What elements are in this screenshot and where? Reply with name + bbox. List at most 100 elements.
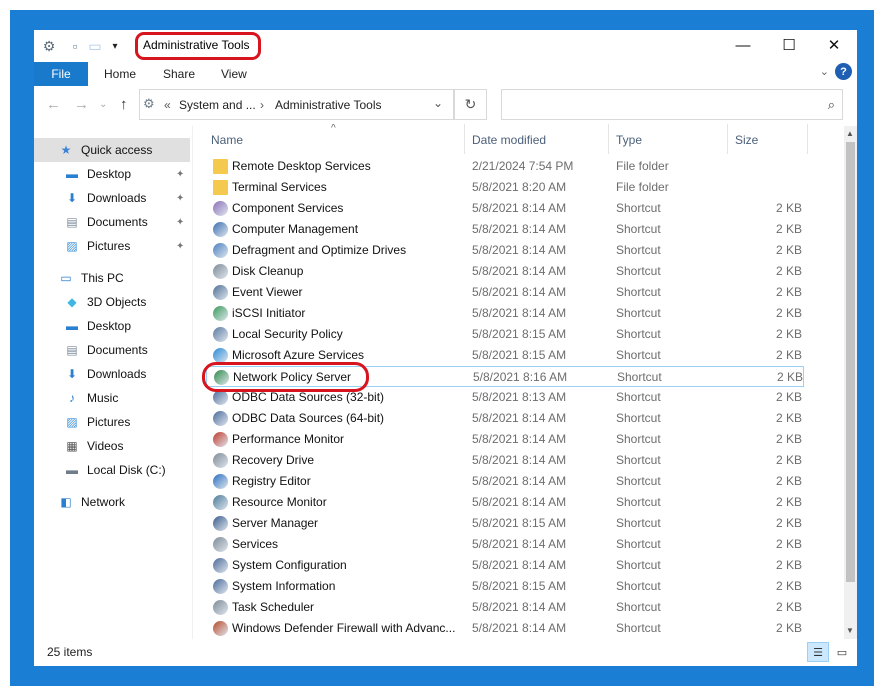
up-arrow-icon[interactable]: ↑ [120,96,128,113]
file-row[interactable]: Computer Management 5/8/2021 8:14 AM Short… [206,219,804,240]
large-icons-view-icon[interactable]: ▭ [831,642,853,662]
breadcrumb-overflow-icon[interactable]: « [164,98,171,112]
breadcrumb-separator-icon[interactable]: › [260,98,264,112]
sidebar-item[interactable]: ▦ Videos [34,434,190,458]
properties-icon[interactable]: ▫ [66,37,84,55]
file-size: 2 KB [775,516,802,530]
file-row[interactable]: Resource Monitor 5/8/2021 8:14 AM Shortcut… [206,492,804,513]
file-date-modified: 5/8/2021 8:14 AM [472,600,567,614]
column-separator[interactable] [727,124,728,154]
column-separator[interactable] [464,124,465,154]
pane-divider[interactable] [192,126,193,639]
customize-toolbar-chevron-icon[interactable]: ▾ [106,37,124,55]
file-row[interactable]: ODBC Data Sources (64-bit) 5/8/2021 8:14 … [206,408,804,429]
search-input[interactable]: ⌕ [501,89,843,120]
sidebar-item[interactable]: ⬇ Downloads ✦ [34,186,190,210]
file-date-modified: 5/8/2021 8:14 AM [472,222,567,236]
address-bar-row: ← → ⌄ ↑ ⚙ « System and ... › Administrat… [34,86,857,124]
back-arrow-icon[interactable]: ← [46,96,61,113]
scroll-up-arrow-icon[interactable]: ▲ [846,129,854,138]
file-row[interactable]: Services 5/8/2021 8:14 AM Shortcut 2 KB [206,534,804,555]
sidebar-item[interactable]: ▬ Desktop ✦ [34,162,190,186]
file-row[interactable]: System Configuration 5/8/2021 8:14 AM Shor… [206,555,804,576]
pin-icon[interactable]: ✦ [176,193,184,204]
sidebar-item[interactable]: ▭ This PC [34,266,190,290]
sidebar-item[interactable]: ▨ Pictures ✦ [34,234,190,258]
details-view-icon[interactable]: ☰ [807,642,829,662]
sidebar-item[interactable]: ▤ Documents [34,338,190,362]
scroll-down-arrow-icon[interactable]: ▼ [846,626,854,635]
cube-icon: ◆ [67,295,77,309]
sidebar-item-label: Downloads [87,191,147,205]
close-button[interactable]: ✕ [811,30,857,60]
address-box[interactable]: ⚙ « System and ... › Administrative Tool… [139,89,454,120]
pin-icon[interactable]: ✦ [176,241,184,252]
document-icon: ▤ [66,215,78,229]
folder-icon [213,180,228,195]
file-row[interactable]: Performance Monitor 5/8/2021 8:14 AM Short… [206,429,804,450]
file-row[interactable]: Local Security Policy 5/8/2021 8:15 AM Sho… [206,324,804,345]
file-name: iSCSI Initiator [232,306,306,320]
file-row[interactable]: Terminal Services 5/8/2021 8:20 AM File fo… [206,177,804,198]
sidebar-item[interactable]: ◧ Network [34,490,190,514]
file-date-modified: 5/8/2021 8:15 AM [472,327,567,341]
maximize-button[interactable]: ☐ [766,30,812,60]
scroll-thumb[interactable] [846,142,855,582]
column-header-size[interactable]: Size [735,124,758,154]
tab-view[interactable]: View [221,67,247,81]
file-name: Performance Monitor [232,432,345,446]
column-header-date-modified[interactable]: Date modified [472,124,546,154]
column-header-name[interactable]: Name [211,124,243,154]
pin-icon[interactable]: ✦ [176,217,184,228]
pin-icon[interactable]: ✦ [176,169,184,180]
file-row[interactable]: Windows Defender Firewall with Advanc...… [206,618,804,639]
sidebar-item-label: Videos [87,439,124,453]
expand-ribbon-chevron-icon[interactable]: ⌄ [820,65,829,78]
column-separator[interactable] [807,124,808,154]
search-icon[interactable]: ⌕ [828,97,835,113]
sidebar-item[interactable]: ◆ 3D Objects [34,290,190,314]
file-row[interactable]: System Information 5/8/2021 8:15 AM Shortc… [206,576,804,597]
file-date-modified: 5/8/2021 8:16 AM [473,370,568,384]
minimize-button[interactable]: — [720,30,766,60]
desktop-icon: ▬ [66,167,78,181]
file-row[interactable]: Server Manager 5/8/2021 8:15 AM Shortcut 2 … [206,513,804,534]
admin-tools-breadcrumb-icon: ⚙ [143,96,155,111]
column-separator[interactable] [608,124,609,154]
forward-arrow-icon[interactable]: → [74,96,89,113]
sidebar-item[interactable]: ▬ Local Disk (C:) [34,458,190,482]
sidebar-item[interactable]: ▬ Desktop [34,314,190,338]
file-row[interactable]: Task Scheduler 5/8/2021 8:14 AM Shortcut 2 … [206,597,804,618]
recent-locations-chevron-icon[interactable]: ⌄ [99,99,107,110]
address-dropdown-chevron-icon[interactable]: ⌄ [433,96,443,110]
vertical-scrollbar[interactable]: ▲ ▼ [844,126,857,639]
breadcrumb-system-and-security[interactable]: System and ... [179,98,256,112]
explorer-window: ⚙ ▫ ▭ ▾ Administrative Tools — ☐ ✕ File … [34,30,857,666]
file-row[interactable]: Event Viewer 5/8/2021 8:14 AM Shortcut 2 KB [206,282,804,303]
file-name: Event Viewer [232,285,303,299]
tab-file[interactable]: File [34,62,88,86]
help-button[interactable]: ? [835,63,852,80]
tab-share[interactable]: Share [163,67,195,81]
file-row[interactable]: Remote Desktop Services 2/21/2024 7:54 PM… [206,156,804,177]
tab-home[interactable]: Home [104,67,136,81]
refresh-button[interactable]: ↻ [454,89,487,120]
sidebar-item[interactable]: ▤ Documents ✦ [34,210,190,234]
file-row[interactable]: Registry Editor 5/8/2021 8:14 AM Shortcut 2… [206,471,804,492]
sidebar-item[interactable]: ▨ Pictures [34,410,190,434]
file-row[interactable]: Defragment and Optimize Drives 5/8/2021 8… [206,240,804,261]
file-name: Windows Defender Firewall with Advanc... [232,621,456,635]
new-folder-icon[interactable]: ▭ [86,37,104,55]
file-row[interactable]: iSCSI Initiator 5/8/2021 8:14 AM Shortcut 2… [206,303,804,324]
file-row[interactable]: Component Services 5/8/2021 8:14 AM Shortc… [206,198,804,219]
file-size: 2 KB [775,390,802,404]
breadcrumb-administrative-tools[interactable]: Administrative Tools [275,98,382,112]
sidebar-item[interactable]: ⬇ Downloads [34,362,190,386]
file-type: File folder [616,159,669,173]
file-row[interactable]: Recovery Drive 5/8/2021 8:14 AM Shortcut 2 … [206,450,804,471]
sidebar-item[interactable]: ★ Quick access [34,138,190,162]
file-row[interactable]: Disk Cleanup 5/8/2021 8:14 AM Shortcut 2 KB [206,261,804,282]
disk-cleanup-icon [213,264,228,279]
column-header-type[interactable]: Type [616,124,642,154]
sidebar-item[interactable]: ♪ Music [34,386,190,410]
